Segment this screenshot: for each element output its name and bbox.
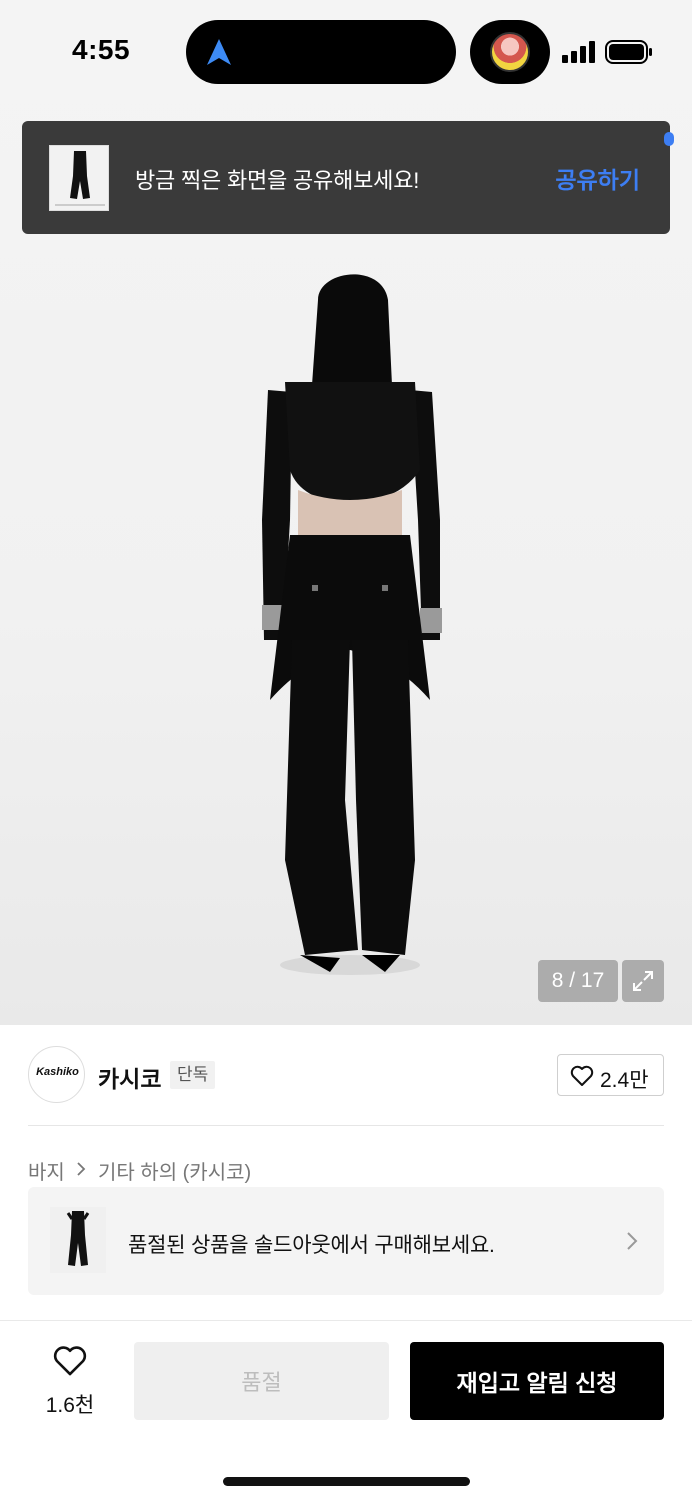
dynamic-island xyxy=(186,20,456,84)
soldout-banner[interactable]: 품절된 상품을 솔드아웃에서 구매해보세요. xyxy=(28,1187,664,1295)
product-detail-page: 4:55 방금 찍은 화면을 공유해보세요! 공유하기 8 / 17 Kashi… xyxy=(0,0,692,1500)
live-activity-pill xyxy=(470,20,550,84)
share-screenshot-toast: 방금 찍은 화면을 공유해보세요! 공유하기 xyxy=(22,121,670,234)
breadcrumb: 바지 기타 하의 (카시코) xyxy=(28,1156,251,1185)
status-time: 4:55 xyxy=(72,34,131,65)
heart-outline-icon xyxy=(53,1346,87,1376)
chevron-right-icon xyxy=(627,1232,638,1250)
restock-alert-button[interactable]: 재입고 알림 신청 xyxy=(410,1342,664,1420)
wishlist-button[interactable]: 1.6천 xyxy=(28,1345,112,1417)
expand-image-button[interactable] xyxy=(622,960,664,1002)
home-indicator[interactable] xyxy=(223,1477,470,1486)
navigation-arrow-icon xyxy=(207,39,231,65)
cellular-signal-icon xyxy=(562,41,595,63)
brand-name[interactable]: 카시코 xyxy=(98,1060,161,1094)
status-bar: 4:55 xyxy=(0,0,692,104)
breadcrumb-item-subcategory[interactable]: 기타 하의 (카시코) xyxy=(98,1156,251,1185)
breadcrumb-item-category[interactable]: 바지 xyxy=(28,1156,65,1185)
rating-row-cutoff xyxy=(28,1312,328,1320)
divider xyxy=(28,1125,664,1126)
chevron-right-icon xyxy=(76,1159,86,1182)
exclusive-badge: 단독 xyxy=(170,1061,216,1089)
brand-like-count: 2.4만 xyxy=(600,1069,649,1092)
soldout-button: 품절 xyxy=(134,1342,389,1420)
brand-like-button[interactable]: 2.4만 xyxy=(557,1054,664,1096)
soldout-banner-text: 품절된 상품을 솔드아웃에서 구매해보세요. xyxy=(128,1234,495,1257)
live-activity-avatar xyxy=(490,32,530,72)
brand-logo-text: Kashiko xyxy=(36,1066,79,1078)
soldout-product-thumbnail xyxy=(50,1207,106,1273)
battery-icon xyxy=(605,40,652,64)
bottom-action-bar: 1.6천 품절 재입고 알림 신청 xyxy=(0,1320,692,1500)
image-counter: 8 / 17 xyxy=(538,960,618,1002)
screenshot-thumbnail[interactable] xyxy=(49,145,109,211)
scroll-indicator-dot xyxy=(664,132,674,146)
expand-icon xyxy=(633,971,653,991)
heart-outline-icon xyxy=(570,1065,594,1086)
brand-logo[interactable]: Kashiko xyxy=(28,1046,85,1103)
wishlist-count: 1.6천 xyxy=(45,1394,95,1417)
share-button[interactable]: 공유하기 xyxy=(555,161,640,195)
toast-message: 방금 찍은 화면을 공유해보세요! xyxy=(135,168,420,193)
